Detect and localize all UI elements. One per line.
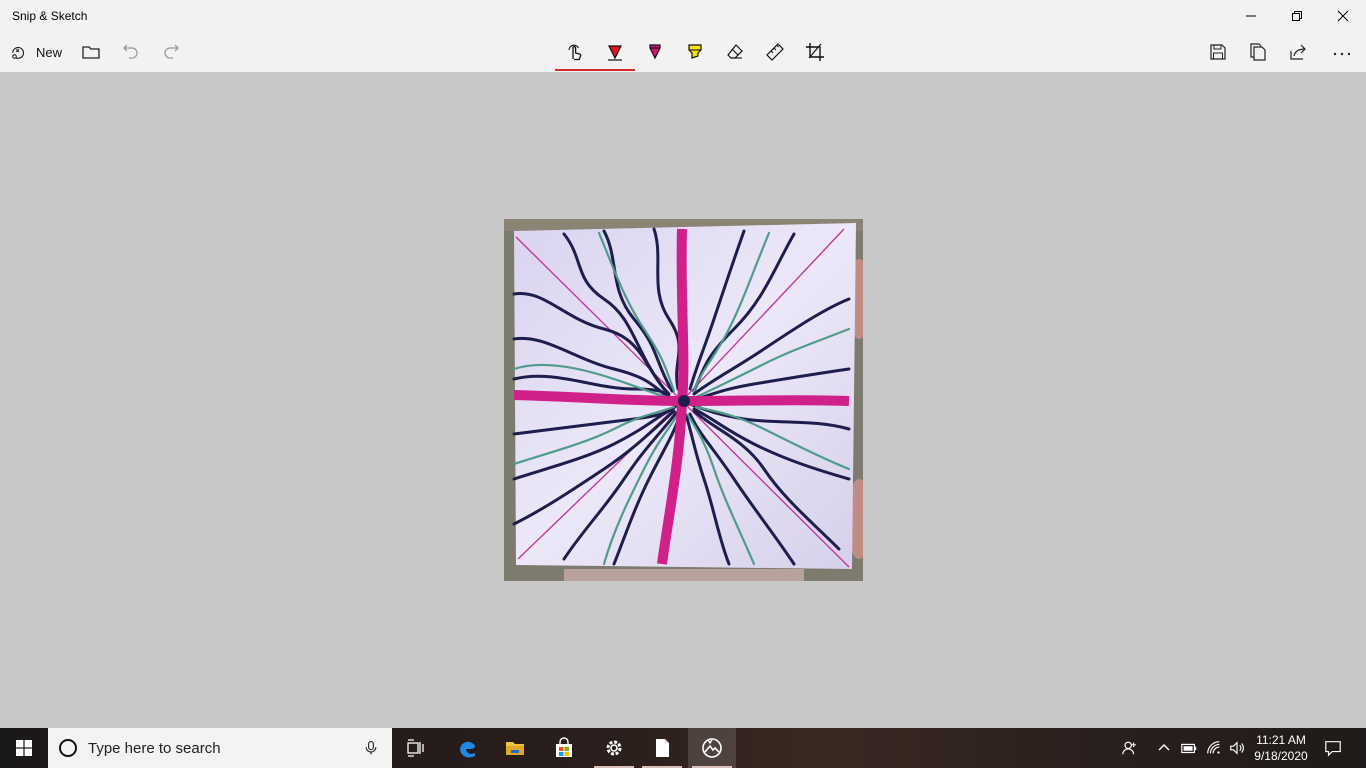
people-button[interactable]	[1116, 728, 1144, 768]
crop-icon	[806, 43, 824, 61]
cortana-icon	[59, 739, 77, 757]
new-button-label: New	[36, 44, 63, 60]
redo-button[interactable]	[154, 32, 188, 72]
snip-image[interactable]	[504, 219, 863, 581]
highlighter-button[interactable]	[675, 32, 715, 72]
people-icon	[1122, 741, 1136, 755]
minimize-icon	[1246, 15, 1256, 17]
ballpoint-pen-button[interactable]	[595, 32, 635, 72]
copy-icon	[1250, 43, 1266, 61]
more-icon	[1333, 52, 1351, 56]
minimize-button[interactable]	[1228, 0, 1274, 32]
microphone-icon[interactable]	[363, 740, 379, 756]
show-hidden-icons-button[interactable]	[1154, 728, 1174, 768]
copy-button[interactable]	[1240, 32, 1276, 72]
wifi-icon	[1207, 741, 1220, 754]
close-icon	[1337, 10, 1349, 22]
crop-button[interactable]	[795, 32, 835, 72]
restore-icon	[1292, 11, 1302, 21]
ballpoint-pen-icon	[608, 45, 622, 61]
app-title: Snip & Sketch	[12, 9, 88, 23]
pencil-icon	[649, 44, 661, 60]
ruler-icon	[766, 43, 784, 61]
windows-logo-icon	[16, 740, 32, 756]
undo-button[interactable]	[114, 32, 148, 72]
search-placeholder: Type here to search	[88, 739, 221, 757]
speaker-icon	[1230, 741, 1244, 755]
save-button[interactable]	[1200, 32, 1236, 72]
edge-icon	[460, 741, 475, 758]
ruler-button[interactable]	[755, 32, 795, 72]
action-center-button[interactable]	[1318, 728, 1348, 768]
task-view-icon	[407, 739, 424, 757]
battery-icon	[1181, 743, 1197, 754]
store-button[interactable]	[540, 728, 588, 768]
snip-sketch-icon	[702, 738, 722, 758]
network-button[interactable]	[1203, 728, 1225, 768]
file-explorer-icon	[506, 742, 524, 755]
notepad-button[interactable]	[638, 728, 686, 768]
snip-sketch-taskbar-button[interactable]	[688, 728, 736, 768]
save-icon	[1210, 44, 1226, 60]
open-file-button[interactable]	[74, 32, 108, 72]
clock-time: 11:21 AM	[1256, 733, 1306, 747]
edge-button[interactable]	[443, 728, 491, 768]
touch-writing-button[interactable]	[555, 32, 595, 72]
chevron-up-icon	[1158, 744, 1170, 751]
store-icon	[556, 737, 572, 757]
close-button[interactable]	[1320, 0, 1366, 32]
restore-button[interactable]	[1274, 0, 1320, 32]
notification-icon	[1325, 741, 1341, 757]
taskbar-search[interactable]: Type here to search	[48, 728, 392, 768]
toolbar: New	[0, 32, 1366, 72]
highlighter-icon	[688, 44, 702, 59]
new-snip-button[interactable]: New	[6, 32, 66, 72]
taskbar-clock[interactable]: 11:21 AM 9/18/2020	[1246, 732, 1316, 764]
clock-date: 9/18/2020	[1254, 749, 1308, 763]
more-options-button[interactable]	[1322, 32, 1362, 72]
settings-icon	[606, 740, 622, 756]
share-button[interactable]	[1280, 32, 1316, 72]
taskbar: Type here to search 11:21 AM 9/18/2020	[0, 728, 1366, 768]
title-bar: Snip & Sketch	[0, 0, 1366, 32]
settings-button[interactable]	[590, 728, 638, 768]
redo-icon	[164, 44, 179, 59]
pencil-button[interactable]	[635, 32, 675, 72]
folder-icon	[82, 46, 100, 59]
notepad-icon	[656, 739, 669, 757]
undo-icon	[123, 44, 138, 59]
volume-button[interactable]	[1226, 728, 1248, 768]
touch-hand-icon	[568, 44, 582, 61]
share-icon	[1290, 44, 1306, 60]
file-explorer-button[interactable]	[491, 728, 539, 768]
start-button[interactable]	[0, 728, 48, 768]
task-view-button[interactable]	[392, 728, 440, 768]
new-snip-icon	[12, 47, 25, 59]
active-tool-indicator	[555, 69, 635, 71]
battery-button[interactable]	[1178, 728, 1200, 768]
eraser-icon	[727, 44, 743, 59]
eraser-button[interactable]	[715, 32, 755, 72]
